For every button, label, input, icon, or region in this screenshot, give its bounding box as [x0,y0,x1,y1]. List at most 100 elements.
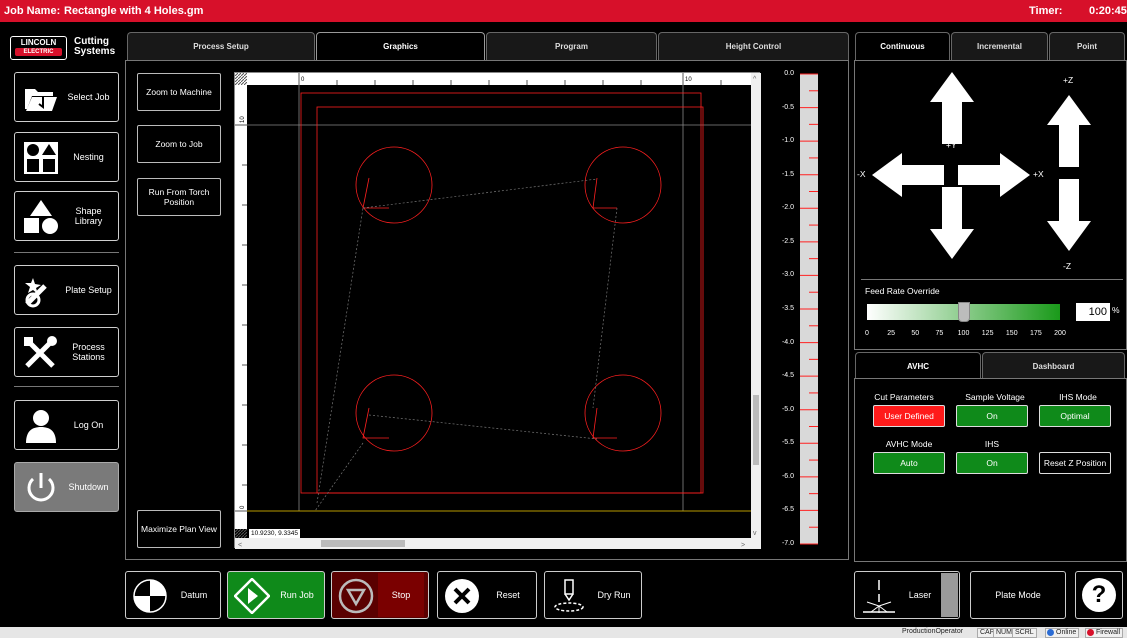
run-job-label: Run Job [280,590,314,600]
zoom-to-machine-button[interactable]: Zoom to Machine [137,73,221,111]
plate-mode-button[interactable]: Plate Mode [970,571,1066,619]
scroll-right-arrow[interactable]: > [741,542,745,549]
plan-view[interactable]: 0 10 10 0 < > ^ v 10.9230, 9.3345 [234,72,761,549]
stop-icon [338,578,374,614]
horizontal-scrollbar[interactable] [235,538,761,549]
jog-plus-y-arrow[interactable] [930,72,974,144]
height-label: -6.0 [781,472,794,480]
feed-rate-slider[interactable] [867,302,1060,322]
datum-icon [133,579,167,613]
laser-label: Laser [908,590,932,600]
jog-plus-x-arrow[interactable] [958,153,1030,197]
sample-voltage-button[interactable]: On [956,405,1028,427]
job-name-value: Rectangle with 4 Holes.gm [64,5,204,17]
scroll-down-arrow[interactable]: v [753,530,757,537]
title-bar: Job Name: Rectangle with 4 Holes.gm Time… [0,0,1127,22]
help-button[interactable]: ? [1075,571,1123,619]
plate-mode-label: Plate Mode [995,590,1041,600]
maximize-plan-view-button[interactable]: Maximize Plan View [137,510,221,548]
divider [861,279,1123,280]
tab-point[interactable]: Point [1049,32,1125,60]
label-minus-x: -X [857,169,866,179]
ruler-top-10: 10 [685,77,692,83]
feed-tick-label: 200 [1054,330,1066,337]
ihs-button[interactable]: On [956,452,1028,474]
coordinate-readout: 10.9230, 9.3345 [249,529,300,538]
jog-minus-z-arrow[interactable] [1047,179,1091,251]
height-label: -1.0 [781,137,794,145]
plate-setup-button[interactable]: Plate Setup [14,265,119,315]
shutdown-button[interactable]: Shutdown [14,462,119,512]
cut-parameters-label: Cut Parameters [874,392,934,402]
reset-label: Reset [496,590,520,600]
select-job-button[interactable]: Select Job [14,72,119,122]
height-label: -7.0 [781,540,794,547]
feed-rate-unit: % [1112,305,1120,315]
datum-button[interactable]: Datum [125,571,221,619]
cut-parameters-button[interactable]: User Defined [873,405,945,427]
tab-dashboard[interactable]: Dashboard [982,352,1125,380]
machine-limits [247,85,751,511]
laser-icon [863,580,895,613]
log-on-button[interactable]: Log On [14,400,119,450]
avhc-panel: Cut Parameters User Defined Sample Volta… [854,378,1127,562]
avhc-mode-button[interactable]: Auto [873,452,945,474]
ihs-mode-button[interactable]: Optimal [1039,405,1111,427]
horizontal-scroll-thumb[interactable] [321,540,405,547]
reset-z-position-button[interactable]: Reset Z Position [1039,452,1111,474]
label-minus-y: -Y [947,190,956,200]
tab-avhc[interactable]: AVHC [855,352,981,380]
vertical-scrollbar[interactable] [751,73,761,539]
tab-graphics[interactable]: Graphics [316,32,485,60]
feed-rate-thumb[interactable] [957,302,970,322]
height-label: -5.5 [781,439,794,447]
tab-continuous[interactable]: Continuous [855,32,950,60]
app-window: Job Name: Rectangle with 4 Holes.gm Time… [0,0,1127,638]
divider [14,252,119,253]
zoom-to-job-button[interactable]: Zoom to Job [137,125,221,163]
status-scrl: SCRL [1012,628,1037,638]
feed-rate-input[interactable]: 100 [1076,303,1110,321]
process-stations-label: Process Stations [72,342,105,362]
user-icon [26,410,56,443]
vertical-scroll-thumb[interactable] [753,395,759,465]
shapes-icon [24,200,58,234]
tab-process-setup[interactable]: Process Setup [127,32,315,60]
tab-program[interactable]: Program [486,32,657,60]
power-icon [27,473,55,502]
stop-label: Stop [378,573,424,617]
tools-icon [24,336,57,368]
online-icon [1047,629,1054,636]
stop-button[interactable]: Stop [331,571,429,619]
run-job-button[interactable]: Run Job [227,571,325,619]
height-label: -4.0 [781,338,794,346]
jog-panel: +Y -Y -X +X +Z -Z Feed Rate Override 100… [854,60,1127,350]
feed-tick-label: 175 [1030,330,1042,337]
laser-button[interactable]: Laser [854,571,960,619]
jog-plus-z-arrow[interactable] [1047,95,1091,167]
label-plus-y: +Y [946,140,957,150]
feed-tick-label: 50 [911,330,920,337]
run-from-torch-button[interactable]: Run From Torch Position [137,178,221,216]
select-job-label: Select Job [67,92,110,102]
tab-incremental[interactable]: Incremental [951,32,1048,60]
reset-button[interactable]: Reset [437,571,537,619]
shape-library-button[interactable]: Shape Library [14,191,119,241]
dry-run-button[interactable]: Dry Run [544,571,642,619]
dry-run-label: Dry Run [597,590,631,600]
plate-setup-icon [25,278,47,308]
jog-minus-x-arrow[interactable] [872,153,944,197]
scroll-left-arrow[interactable]: < [238,542,242,549]
process-stations-button[interactable]: Process Stations [14,327,119,377]
height-label: -4.5 [781,372,794,380]
label-plus-z: +Z [1063,75,1074,85]
nesting-button[interactable]: Nesting [14,132,119,182]
feed-rate-label: Feed Rate Override [865,286,940,296]
tab-height-control[interactable]: Height Control [658,32,849,60]
height-label: -0.5 [781,103,794,111]
feed-tick-label: 0 [865,330,869,337]
logo: LINCOLN ELECTRIC Cutting Systems [10,36,125,66]
height-label: -5.0 [781,405,794,413]
nesting-icon [24,142,58,174]
sample-voltage-label: Sample Voltage [965,392,1025,402]
